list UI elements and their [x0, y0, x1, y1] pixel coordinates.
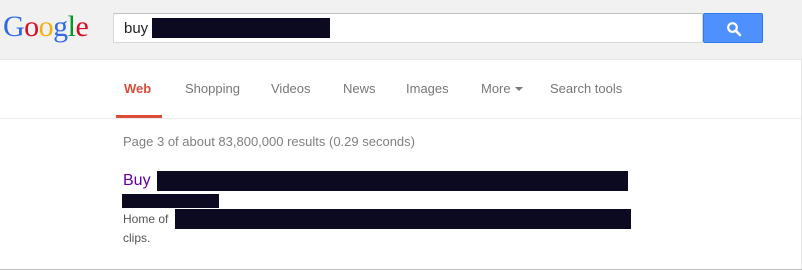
logo-letter: e [75, 10, 89, 43]
logo-letter: o [38, 10, 54, 43]
redacted-url [122, 194, 219, 208]
result-stats: Page 3 of about 83,800,000 results (0.29… [123, 134, 415, 149]
result-snippet-end: clips. [123, 231, 151, 245]
redacted-snippet [175, 209, 631, 229]
google-logo[interactable]: Google [3, 9, 89, 45]
search-button[interactable] [703, 13, 763, 43]
result-title-link[interactable]: Buy [123, 172, 151, 190]
tab-web[interactable]: Web [124, 81, 151, 96]
search-nav: Web Shopping Videos News Images More Sea… [0, 60, 802, 119]
tab-more[interactable]: More [481, 81, 523, 96]
tab-news[interactable]: News [343, 81, 376, 96]
result-title-text: Buy [123, 172, 151, 189]
redacted-query [152, 18, 330, 38]
redacted-title [157, 171, 628, 191]
result-snippet-line-1: Home of [123, 212, 168, 226]
search-input[interactable]: buy [113, 13, 703, 43]
chevron-down-icon [514, 86, 523, 91]
logo-letter: l [67, 10, 76, 43]
tab-shopping[interactable]: Shopping [185, 81, 240, 96]
logo-letter: g [53, 10, 68, 43]
logo-letter: o [24, 10, 39, 43]
tab-images[interactable]: Images [406, 81, 449, 96]
tab-search-tools[interactable]: Search tools [550, 81, 622, 96]
search-query-text: buy [124, 20, 149, 37]
tab-more-label: More [481, 81, 511, 96]
logo-letter: G [3, 10, 25, 43]
search-icon [727, 22, 742, 37]
tab-videos[interactable]: Videos [271, 81, 311, 96]
result-snippet-start: Home of [123, 212, 169, 226]
active-tab-indicator [116, 115, 162, 118]
result-snippet-line-2: clips. [123, 231, 150, 245]
top-bar: Google buy [0, 0, 802, 60]
